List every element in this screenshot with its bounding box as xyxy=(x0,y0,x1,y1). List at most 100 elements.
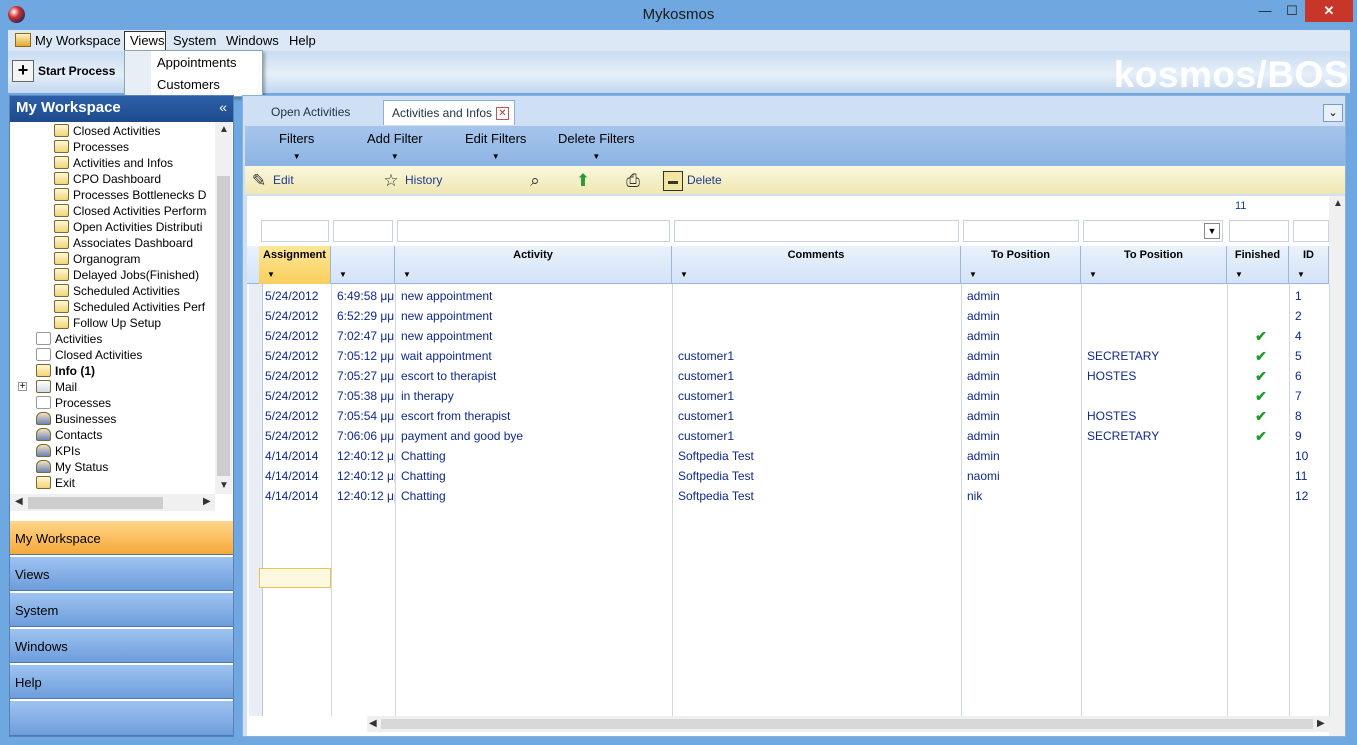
tree-item[interactable]: Processes xyxy=(54,139,129,155)
column-header[interactable]: Finished ▼ xyxy=(1227,246,1289,284)
table-row[interactable]: 5/24/2012 6:49:58 μμ new appointment admin 1 xyxy=(243,286,1309,306)
sort-arrow-icon[interactable]: ▼ xyxy=(1297,270,1305,279)
nav-button-help[interactable]: Help xyxy=(10,664,233,699)
scroll-down-icon[interactable]: ▼ xyxy=(219,480,229,491)
filters-button[interactable]: Filters ▼ xyxy=(279,131,314,161)
menu-item-customers[interactable]: Customers xyxy=(157,77,220,92)
grid-hscroll-thumb[interactable] xyxy=(381,719,1313,729)
print-button[interactable]: ⎙ xyxy=(623,169,647,191)
table-row[interactable]: 5/24/2012 7:05:38 μμ in therapy customer1 ad… xyxy=(243,386,1309,406)
sort-arrow-icon[interactable]: ▼ xyxy=(680,270,688,279)
table-row[interactable]: 5/24/2012 7:05:27 μμ escort to therapist cu… xyxy=(243,366,1309,386)
filter-input-time[interactable] xyxy=(333,220,393,242)
menu-windows[interactable]: Windows xyxy=(223,32,282,50)
nav-button-system[interactable]: System xyxy=(10,592,233,627)
tab-open-activities[interactable]: Open Activities xyxy=(263,100,358,125)
tree-item[interactable]: Closed Activities xyxy=(36,347,142,363)
edit-filters-button[interactable]: Edit Filters ▼ xyxy=(465,131,526,161)
tree-item[interactable]: Processes xyxy=(36,395,111,411)
menu-views[interactable]: Views xyxy=(127,32,167,50)
table-row[interactable]: 4/14/2014 12:40:12 μμ Chatting Softpedia Te… xyxy=(243,486,1309,506)
table-row[interactable]: 5/24/2012 6:52:29 μμ new appointment admin 2 xyxy=(243,306,1309,326)
tree-scroll-thumb[interactable] xyxy=(217,176,230,476)
table-row[interactable]: 5/24/2012 7:02:47 μμ new appointment admin ✔… xyxy=(243,326,1309,346)
tree-item[interactable]: Activities xyxy=(36,331,102,347)
filter-input-assignment[interactable] xyxy=(261,220,329,242)
tree-item[interactable]: + Mail xyxy=(18,379,77,395)
expand-icon[interactable]: + xyxy=(18,382,27,392)
tree-item[interactable]: Scheduled Activities Perf xyxy=(54,299,205,315)
nav-button-my-workspace[interactable]: My Workspace xyxy=(10,520,233,555)
collapse-panel-button[interactable]: « xyxy=(219,99,227,115)
sort-arrow-icon[interactable]: ▼ xyxy=(969,270,977,279)
sort-arrow-icon[interactable]: ▼ xyxy=(267,270,275,279)
tree-item[interactable]: Organogram xyxy=(54,251,140,267)
menu-help[interactable]: Help xyxy=(286,32,319,50)
tree-hscroll-thumb[interactable] xyxy=(28,497,163,509)
sort-arrow-icon[interactable]: ▼ xyxy=(1235,270,1243,279)
scroll-up-icon[interactable]: ▲ xyxy=(219,124,229,135)
tab-list-dropdown-button[interactable]: ⌄ xyxy=(1323,104,1343,122)
column-header[interactable]: Comments ▼ xyxy=(672,246,961,284)
tree-item[interactable]: Processes Bottlenecks D xyxy=(54,187,206,203)
column-header[interactable]: ▼ xyxy=(331,246,395,284)
close-tab-icon[interactable]: ✕ xyxy=(496,107,509,120)
selected-cell[interactable] xyxy=(259,568,331,588)
minimize-button[interactable]: — xyxy=(1251,0,1279,22)
tree-item[interactable]: Closed Activities Perform xyxy=(54,203,206,219)
menu-system[interactable]: System xyxy=(170,32,219,50)
sort-arrow-icon[interactable]: ▼ xyxy=(1089,270,1097,279)
sort-arrow-icon[interactable]: ▼ xyxy=(339,270,347,279)
nav-button-views[interactable]: Views xyxy=(10,556,233,591)
column-header[interactable]: ID ▼ xyxy=(1289,246,1329,284)
table-row[interactable]: 4/14/2014 12:40:12 μμ Chatting Softpedia Te… xyxy=(243,466,1309,486)
tree-item[interactable]: Scheduled Activities xyxy=(54,283,180,299)
tree-item[interactable]: KPIs xyxy=(36,443,80,459)
delete-filters-button[interactable]: Delete Filters ▼ xyxy=(558,131,635,161)
table-row[interactable]: 4/14/2014 12:40:12 μμ Chatting Softpedia Te… xyxy=(243,446,1309,466)
export-button[interactable]: ⬆ xyxy=(573,169,597,191)
history-button[interactable]: ☆ History xyxy=(381,169,442,191)
menu-item-appointments[interactable]: Appointments xyxy=(157,55,237,70)
tree-item[interactable]: Activities and Infos xyxy=(54,155,173,171)
start-process-button[interactable]: + Start Process xyxy=(12,58,115,84)
maximize-button[interactable]: ☐ xyxy=(1279,0,1305,22)
close-button[interactable]: ✕ xyxy=(1305,0,1353,22)
tree-item[interactable]: Contacts xyxy=(36,427,102,443)
delete-button[interactable]: ▬ Delete xyxy=(663,169,722,191)
add-filter-button[interactable]: Add Filter ▼ xyxy=(367,131,423,161)
filter-input-finished[interactable] xyxy=(1229,220,1289,242)
column-header[interactable]: To Position ▼ xyxy=(1081,246,1227,284)
menu-my-workspace[interactable]: My Workspace xyxy=(12,32,124,50)
scroll-left-icon[interactable]: ◀ xyxy=(15,496,23,507)
search-button[interactable]: ⌕ xyxy=(525,169,549,191)
tree-item[interactable]: My Status xyxy=(36,459,108,475)
tree-item[interactable]: Delayed Jobs(Finished) xyxy=(54,267,199,283)
sort-arrow-icon[interactable]: ▼ xyxy=(403,270,411,279)
tree-item[interactable]: Open Activities Distributi xyxy=(54,219,202,235)
nav-button-windows[interactable]: Windows xyxy=(10,628,233,663)
scroll-left-icon[interactable]: ◀ xyxy=(369,718,377,729)
column-header[interactable]: To Position ▼ xyxy=(961,246,1081,284)
column-header[interactable]: Activity ▼ xyxy=(395,246,672,284)
tab-activities-and-infos[interactable]: Activities and Infos ✕ xyxy=(383,100,515,125)
filter-select-to-position[interactable]: ▼ xyxy=(1083,220,1223,242)
filter-input-id[interactable] xyxy=(1293,220,1329,242)
tree-item[interactable]: Businesses xyxy=(36,411,116,427)
table-row[interactable]: 5/24/2012 7:05:12 μμ wait appointment custo… xyxy=(243,346,1309,366)
column-header[interactable]: Assignment ▼ xyxy=(259,246,331,284)
edit-button[interactable]: ✎ Edit xyxy=(249,169,294,191)
filter-input-to-position[interactable] xyxy=(963,220,1079,242)
tree-item[interactable]: CPO Dashboard xyxy=(54,171,161,187)
tree-item[interactable]: Closed Activities xyxy=(54,123,160,139)
scroll-right-icon[interactable]: ▶ xyxy=(203,496,211,507)
tree-item[interactable]: Info (1) xyxy=(36,363,95,379)
filter-input-activity[interactable] xyxy=(397,220,670,242)
table-row[interactable]: 5/24/2012 7:05:54 μμ escort from therapist… xyxy=(243,406,1309,426)
filter-input-comments[interactable] xyxy=(674,220,959,242)
tree-item[interactable]: Follow Up Setup xyxy=(54,315,161,331)
scroll-right-icon[interactable]: ▶ xyxy=(1317,718,1325,729)
grid-vertical-scrollbar[interactable] xyxy=(1329,196,1345,736)
table-row[interactable]: 5/24/2012 7:06:06 μμ payment and good bye c… xyxy=(243,426,1309,446)
scroll-up-icon[interactable]: ▲ xyxy=(1333,198,1343,209)
